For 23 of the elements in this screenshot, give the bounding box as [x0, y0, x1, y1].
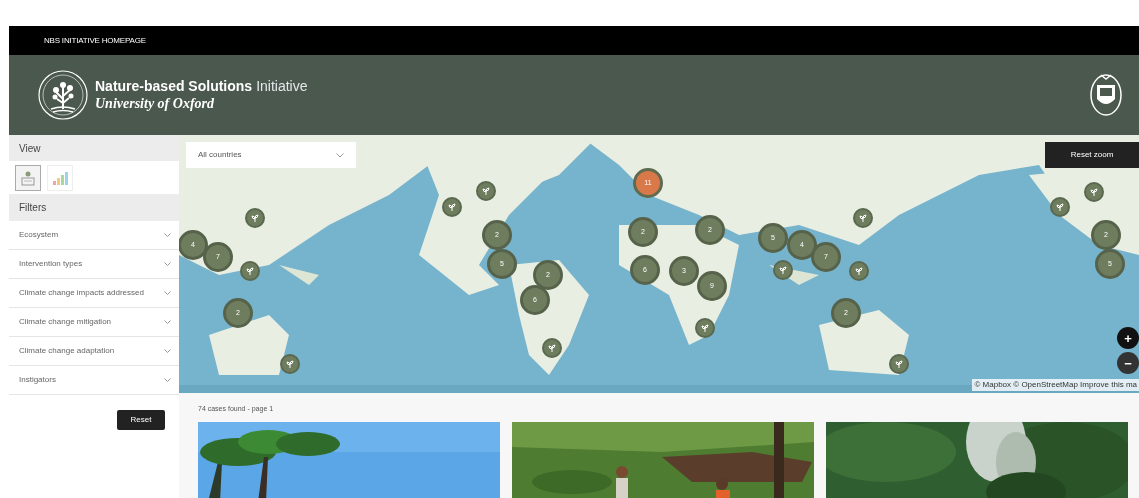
- chevron-down-icon: [336, 152, 344, 158]
- reset-zoom-button[interactable]: Reset zoom: [1045, 142, 1139, 168]
- chevron-down-icon: [164, 262, 171, 266]
- crest-icon: [1089, 73, 1123, 117]
- bar-chart-icon: [52, 170, 68, 186]
- site-subtitle: University of Oxford: [95, 95, 215, 113]
- select-value: All countries: [198, 149, 242, 161]
- map-view-icon: [20, 170, 36, 186]
- filters-heading: Filters: [9, 194, 179, 221]
- reset-button[interactable]: Reset: [117, 410, 165, 430]
- country-select[interactable]: All countries: [186, 142, 356, 168]
- site-title-suffix: Initiative: [256, 77, 308, 95]
- chevron-down-icon: [164, 291, 171, 295]
- chevron-down-icon: [164, 349, 171, 353]
- map-attribution: © Mapbox © OpenStreetMap Improve this ma: [972, 379, 1139, 391]
- chevron-down-icon: [164, 378, 171, 382]
- view-heading: View: [9, 135, 179, 161]
- site-title: Nature-based Solutions: [95, 77, 253, 95]
- tree-logo-icon: [37, 69, 89, 121]
- map-view-button[interactable]: [15, 165, 41, 191]
- homepage-link[interactable]: NBS INITIATIVE HOMEPAGE: [44, 34, 146, 47]
- chevron-down-icon: [164, 320, 171, 324]
- chevron-down-icon: [164, 233, 171, 237]
